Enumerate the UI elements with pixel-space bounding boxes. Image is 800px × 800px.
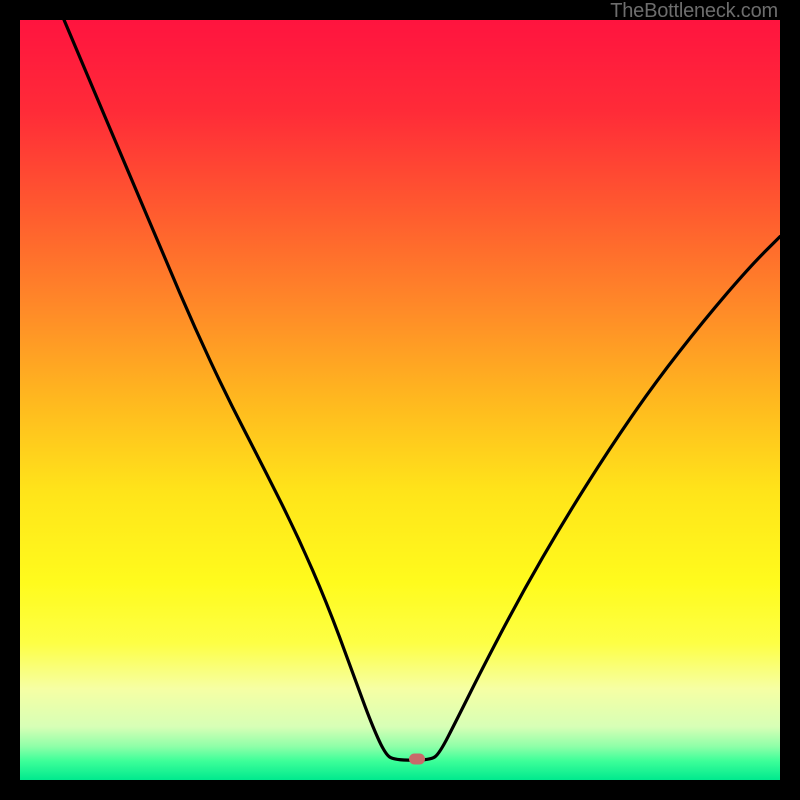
plot-area [20, 20, 780, 780]
chart-frame: TheBottleneck.com [0, 0, 800, 800]
curve-layer [20, 20, 780, 780]
bottleneck-curve [64, 20, 780, 760]
optimal-point-marker [409, 753, 425, 764]
